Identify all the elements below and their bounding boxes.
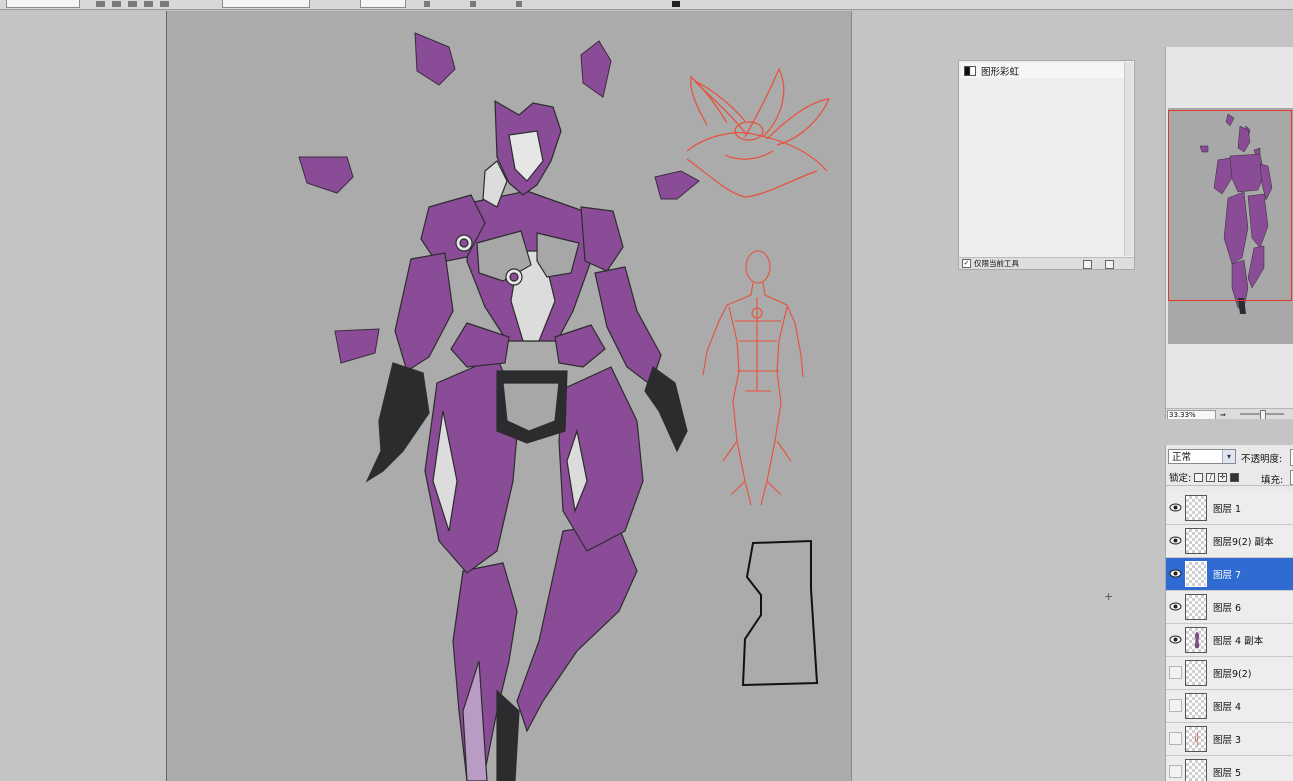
figure-thumb-icon <box>1194 631 1200 649</box>
options-bar <box>0 0 1293 10</box>
reverse-icon[interactable] <box>424 1 430 7</box>
zoom-field[interactable]: 33.33% <box>1167 410 1216 419</box>
layer-name: 图层 7 <box>1213 570 1242 581</box>
layer-row[interactable]: 图层 3 <box>1166 723 1293 756</box>
opacity-field[interactable] <box>360 0 406 8</box>
mode-icon[interactable] <box>160 1 169 7</box>
eye-icon[interactable] <box>1169 600 1182 613</box>
body-sketch <box>702 250 804 506</box>
eye-icon[interactable] <box>1169 534 1182 547</box>
layer-row[interactable]: 图层 4 <box>1166 690 1293 723</box>
layer-row[interactable]: 图层 5 <box>1166 756 1293 781</box>
eye-icon[interactable] <box>1169 501 1182 514</box>
mode-icon[interactable] <box>112 1 121 7</box>
shield-outline <box>741 539 819 687</box>
layer-row-selected[interactable]: 图层 7 <box>1166 558 1293 591</box>
crosshair-cursor-icon: + <box>1104 590 1114 603</box>
document-canvas[interactable] <box>166 11 852 781</box>
mode-icon[interactable] <box>96 1 105 7</box>
view-box[interactable] <box>1168 110 1292 301</box>
fill-label: 填充: <box>1261 475 1284 486</box>
eye-icon[interactable] <box>1169 633 1182 646</box>
layer-name: 图层9(2) 副本 <box>1213 537 1274 548</box>
dither-icon[interactable] <box>470 1 476 7</box>
character <box>365 99 688 781</box>
layer-name: 图层 6 <box>1213 603 1242 614</box>
layer-name: 图层 4 <box>1213 702 1242 713</box>
new-preset-icon[interactable] <box>1083 260 1092 269</box>
artwork <box>298 32 830 781</box>
current-tool-only-checkbox[interactable]: ✓ <box>962 259 971 268</box>
current-tool-only-label: 仅限当前工具 <box>974 259 1019 268</box>
tool-presets-panel: 图形彩虹 ✓ 仅限当前工具 <box>958 60 1135 270</box>
layer-name: 图层 5 <box>1213 768 1242 779</box>
navigator-zoom-bar: 33.33% ⇒ <box>1166 408 1293 419</box>
layer-row[interactable]: 图层9(2) 副本 <box>1166 525 1293 558</box>
layers-panel: 正常 ▾ 不透明度: 锁定: ∕ ✛ 填充: 图层 1 图层9(2) 副本 图层… <box>1165 445 1293 781</box>
transparency-icon[interactable] <box>516 1 522 7</box>
lock-brush-icon[interactable]: ∕ <box>1206 472 1216 482</box>
layer-row[interactable]: 图层 4 副本 <box>1166 624 1293 657</box>
mode-icon[interactable] <box>128 1 137 7</box>
lock-move-icon[interactable]: ✛ <box>1218 472 1228 482</box>
layer-row[interactable]: 图层 1 <box>1166 492 1293 525</box>
blend-mode-select[interactable]: 正常 ▾ <box>1168 449 1236 464</box>
visibility-toggle[interactable] <box>1169 666 1182 679</box>
layer-thumbnail <box>1185 594 1207 620</box>
mode-dropdown[interactable] <box>222 0 310 8</box>
layer-thumbnail <box>1185 561 1207 587</box>
workspace-icon[interactable] <box>672 1 680 7</box>
lock-transparent-icon[interactable] <box>1194 472 1204 482</box>
presets-footer: ✓ 仅限当前工具 <box>959 257 1134 269</box>
layer-thumbnail <box>1185 627 1207 653</box>
visibility-toggle[interactable] <box>1169 732 1182 745</box>
navigator-panel: 33.33% ⇒ <box>1165 47 1293 419</box>
presets-scrollbar[interactable] <box>1124 62 1133 256</box>
layer-name: 图层 1 <box>1213 504 1242 515</box>
mode-icon[interactable] <box>144 1 153 7</box>
eye-icon[interactable] <box>1169 567 1182 580</box>
flower-sketch <box>686 67 830 198</box>
layer-row[interactable]: 图层 6 <box>1166 591 1293 624</box>
zoom-out-icon[interactable]: ⇒ <box>1220 411 1226 419</box>
trash-icon[interactable] <box>1105 260 1114 269</box>
gradient-swatch-icon <box>964 65 976 76</box>
sketch-thumb-icon <box>1194 731 1199 747</box>
layer-thumbnail <box>1185 660 1207 686</box>
visibility-toggle[interactable] <box>1169 765 1182 778</box>
layer-thumbnail <box>1185 759 1207 781</box>
layer-thumbnail <box>1185 693 1207 719</box>
layer-list: 图层 1 图层9(2) 副本 图层 7 图层 6 图层 4 副本 图层9(2) … <box>1166 492 1293 781</box>
layer-name: 图层 3 <box>1213 735 1242 746</box>
preset-picker[interactable] <box>6 0 80 8</box>
layer-name: 图层 4 副本 <box>1213 636 1264 647</box>
lock-all-icon[interactable] <box>1230 472 1240 482</box>
layer-thumbnail <box>1185 528 1207 554</box>
layer-thumbnail <box>1185 495 1207 521</box>
preset-label: 图形彩虹 <box>981 66 1020 78</box>
visibility-toggle[interactable] <box>1169 699 1182 712</box>
lock-row: 锁定: ∕ ✛ 填充: <box>1166 469 1293 486</box>
zoom-slider-handle[interactable] <box>1260 410 1266 419</box>
layer-name: 图层9(2) <box>1213 669 1252 680</box>
opacity-label: 不透明度: <box>1241 454 1283 465</box>
chevron-down-icon[interactable]: ▾ <box>1222 450 1235 463</box>
layer-row[interactable]: 图层9(2) <box>1166 657 1293 690</box>
lock-label: 锁定: <box>1169 473 1192 484</box>
layer-thumbnail <box>1185 726 1207 752</box>
blend-mode-value: 正常 <box>1172 452 1192 463</box>
preset-item[interactable]: 图形彩虹 <box>961 63 1126 78</box>
